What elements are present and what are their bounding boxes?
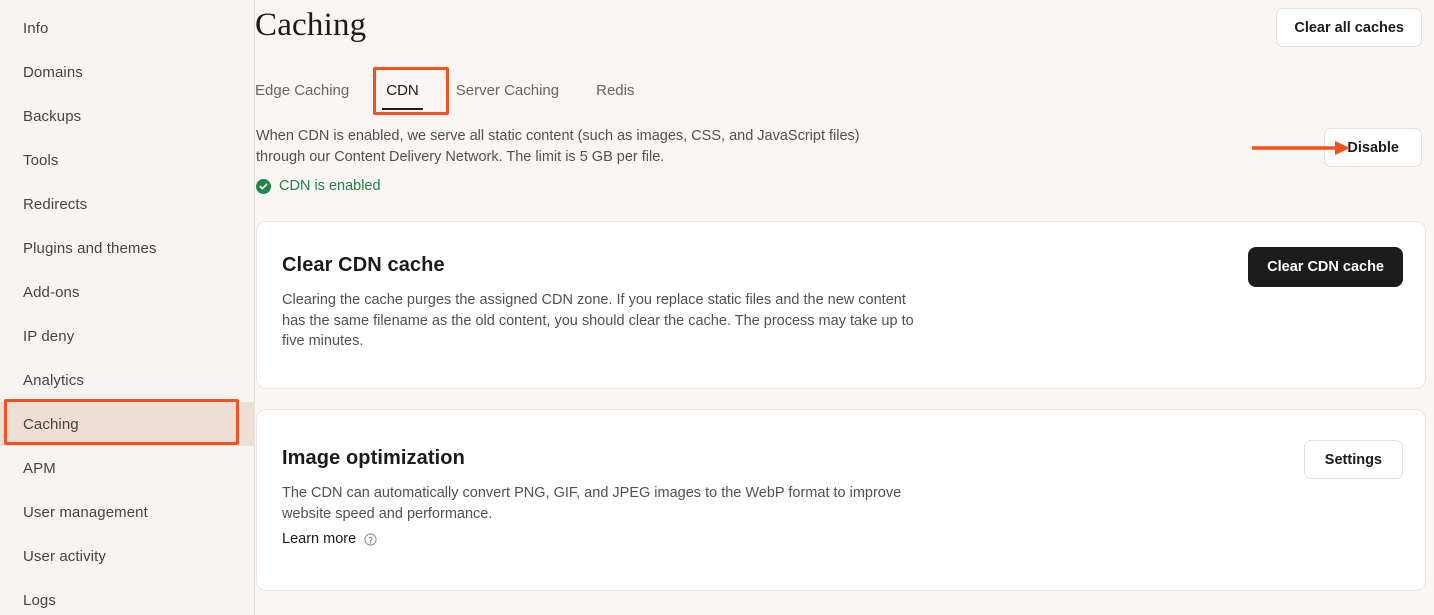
sidebar-item-tools[interactable]: Tools xyxy=(0,138,254,182)
sidebar-item-domains[interactable]: Domains xyxy=(0,50,254,94)
sidebar-item-label: Domains xyxy=(23,63,83,81)
image-optimization-description: The CDN can automatically convert PNG, G… xyxy=(282,485,902,522)
tab-redis[interactable]: Redis xyxy=(596,82,634,110)
clear-cdn-cache-title: Clear CDN cache xyxy=(282,254,445,276)
sidebar-item-info[interactable]: Info xyxy=(0,6,254,50)
tab-bar: Edge Caching CDN Server Caching Redis xyxy=(255,67,671,115)
sidebar-item-label: Redirects xyxy=(23,195,88,213)
cdn-status-text: CDN is enabled xyxy=(279,178,381,194)
sidebar-item-label: Logs xyxy=(23,591,56,609)
sidebar-item-label: Caching xyxy=(23,415,79,433)
sidebar-item-user-activity[interactable]: User activity xyxy=(0,534,254,578)
sidebar-item-add-ons[interactable]: Add-ons xyxy=(0,270,254,314)
sidebar-item-analytics[interactable]: Analytics xyxy=(0,358,254,402)
sidebar-item-label: IP deny xyxy=(23,327,75,345)
image-optimization-card: Image optimization The CDN can automatic… xyxy=(256,409,1426,591)
clear-all-caches-button[interactable]: Clear all caches xyxy=(1276,8,1422,47)
tab-edge-caching[interactable]: Edge Caching xyxy=(255,82,349,110)
sidebar-item-label: User management xyxy=(23,503,148,521)
learn-more-label: Learn more xyxy=(282,531,357,547)
sidebar-item-ip-deny[interactable]: IP deny xyxy=(0,314,254,358)
sidebar-item-label: Plugins and themes xyxy=(23,239,157,257)
image-optimization-title: Image optimization xyxy=(282,447,465,469)
sidebar-item-label: Add-ons xyxy=(23,283,80,301)
tab-server-caching[interactable]: Server Caching xyxy=(456,82,559,110)
sidebar-item-backups[interactable]: Backups xyxy=(0,94,254,138)
sidebar-item-redirects[interactable]: Redirects xyxy=(0,182,254,226)
learn-more-link[interactable]: Learn more xyxy=(282,531,377,547)
disable-cdn-button[interactable]: Disable xyxy=(1324,128,1422,167)
sidebar-item-label: APM xyxy=(23,459,56,477)
sidebar-item-label: Tools xyxy=(23,151,59,169)
page-title: Caching xyxy=(255,7,367,43)
cdn-status-badge: CDN is enabled xyxy=(256,178,381,194)
sidebar-item-label: Backups xyxy=(23,107,82,125)
help-circle-icon xyxy=(364,532,377,546)
sidebar-item-plugins-and-themes[interactable]: Plugins and themes xyxy=(0,226,254,270)
sidebar-item-caching[interactable]: Caching xyxy=(0,402,254,446)
app-root: Info Domains Backups Tools Redirects Plu… xyxy=(0,0,1434,615)
sidebar-item-logs[interactable]: Logs xyxy=(0,578,254,615)
clear-cdn-cache-card: Clear CDN cache Clearing the cache purge… xyxy=(256,221,1426,389)
clear-cdn-cache-description: Clearing the cache purges the assigned C… xyxy=(282,292,914,349)
sidebar-item-label: User activity xyxy=(23,547,106,565)
image-optimization-settings-button[interactable]: Settings xyxy=(1303,440,1403,479)
sidebar-item-user-management[interactable]: User management xyxy=(0,490,254,534)
cdn-description: When CDN is enabled, we serve all static… xyxy=(256,128,860,165)
tab-cdn[interactable]: CDN xyxy=(382,82,423,110)
main-content: Caching Clear all caches Edge Caching CD… xyxy=(255,0,1434,615)
sidebar-item-label: Info xyxy=(23,19,49,37)
sidebar: Info Domains Backups Tools Redirects Plu… xyxy=(0,0,255,615)
clear-cdn-cache-button[interactable]: Clear CDN cache xyxy=(1248,247,1403,287)
check-circle-icon xyxy=(256,178,271,194)
sidebar-item-label: Analytics xyxy=(23,371,84,389)
sidebar-item-apm[interactable]: APM xyxy=(0,446,254,490)
